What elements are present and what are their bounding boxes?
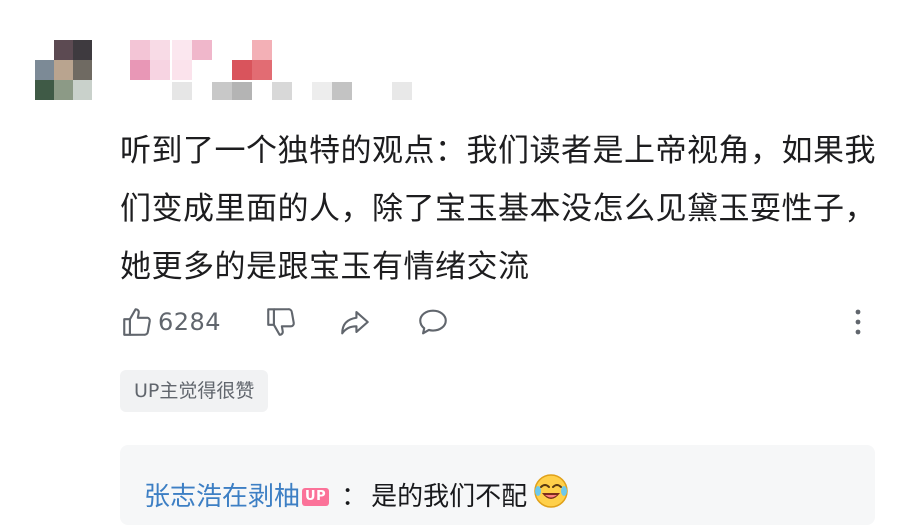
reply-separator: ： xyxy=(341,482,368,512)
reply-text: 是的我们不配 xyxy=(371,482,528,512)
share-icon xyxy=(341,311,369,335)
laughing-tears-emoji-icon xyxy=(533,473,569,521)
share-button[interactable] xyxy=(338,300,372,344)
reply-username[interactable]: 张志浩在剥柚 xyxy=(144,477,300,517)
reply-preview[interactable]: 张志浩在剥柚 UP ： 是的我们不配 xyxy=(120,445,875,525)
thumbs-up-icon xyxy=(123,308,151,336)
reply-button[interactable] xyxy=(416,300,450,344)
comment-actions: 6284 xyxy=(120,300,880,344)
reply-line: 张志浩在剥柚 UP ： 是的我们不配 xyxy=(144,473,569,521)
comment-text: 听到了一个独特的观点：我们读者是上帝视角，如果我们变成里面的人，除了宝玉基本没怎… xyxy=(120,133,876,285)
like-count: 6284 xyxy=(158,308,222,336)
reply-bubble-icon xyxy=(419,309,447,335)
more-options-button[interactable] xyxy=(846,300,870,344)
up-liked-badge: UP主觉得很赞 xyxy=(120,370,269,412)
avatar[interactable] xyxy=(35,40,93,100)
like-button[interactable]: 6284 xyxy=(120,300,221,344)
up-badge: UP xyxy=(302,488,330,506)
more-vertical-icon xyxy=(855,309,861,335)
thumbs-down-icon xyxy=(267,308,295,336)
username-blurred[interactable] xyxy=(130,36,450,104)
dislike-button[interactable] xyxy=(264,300,298,344)
